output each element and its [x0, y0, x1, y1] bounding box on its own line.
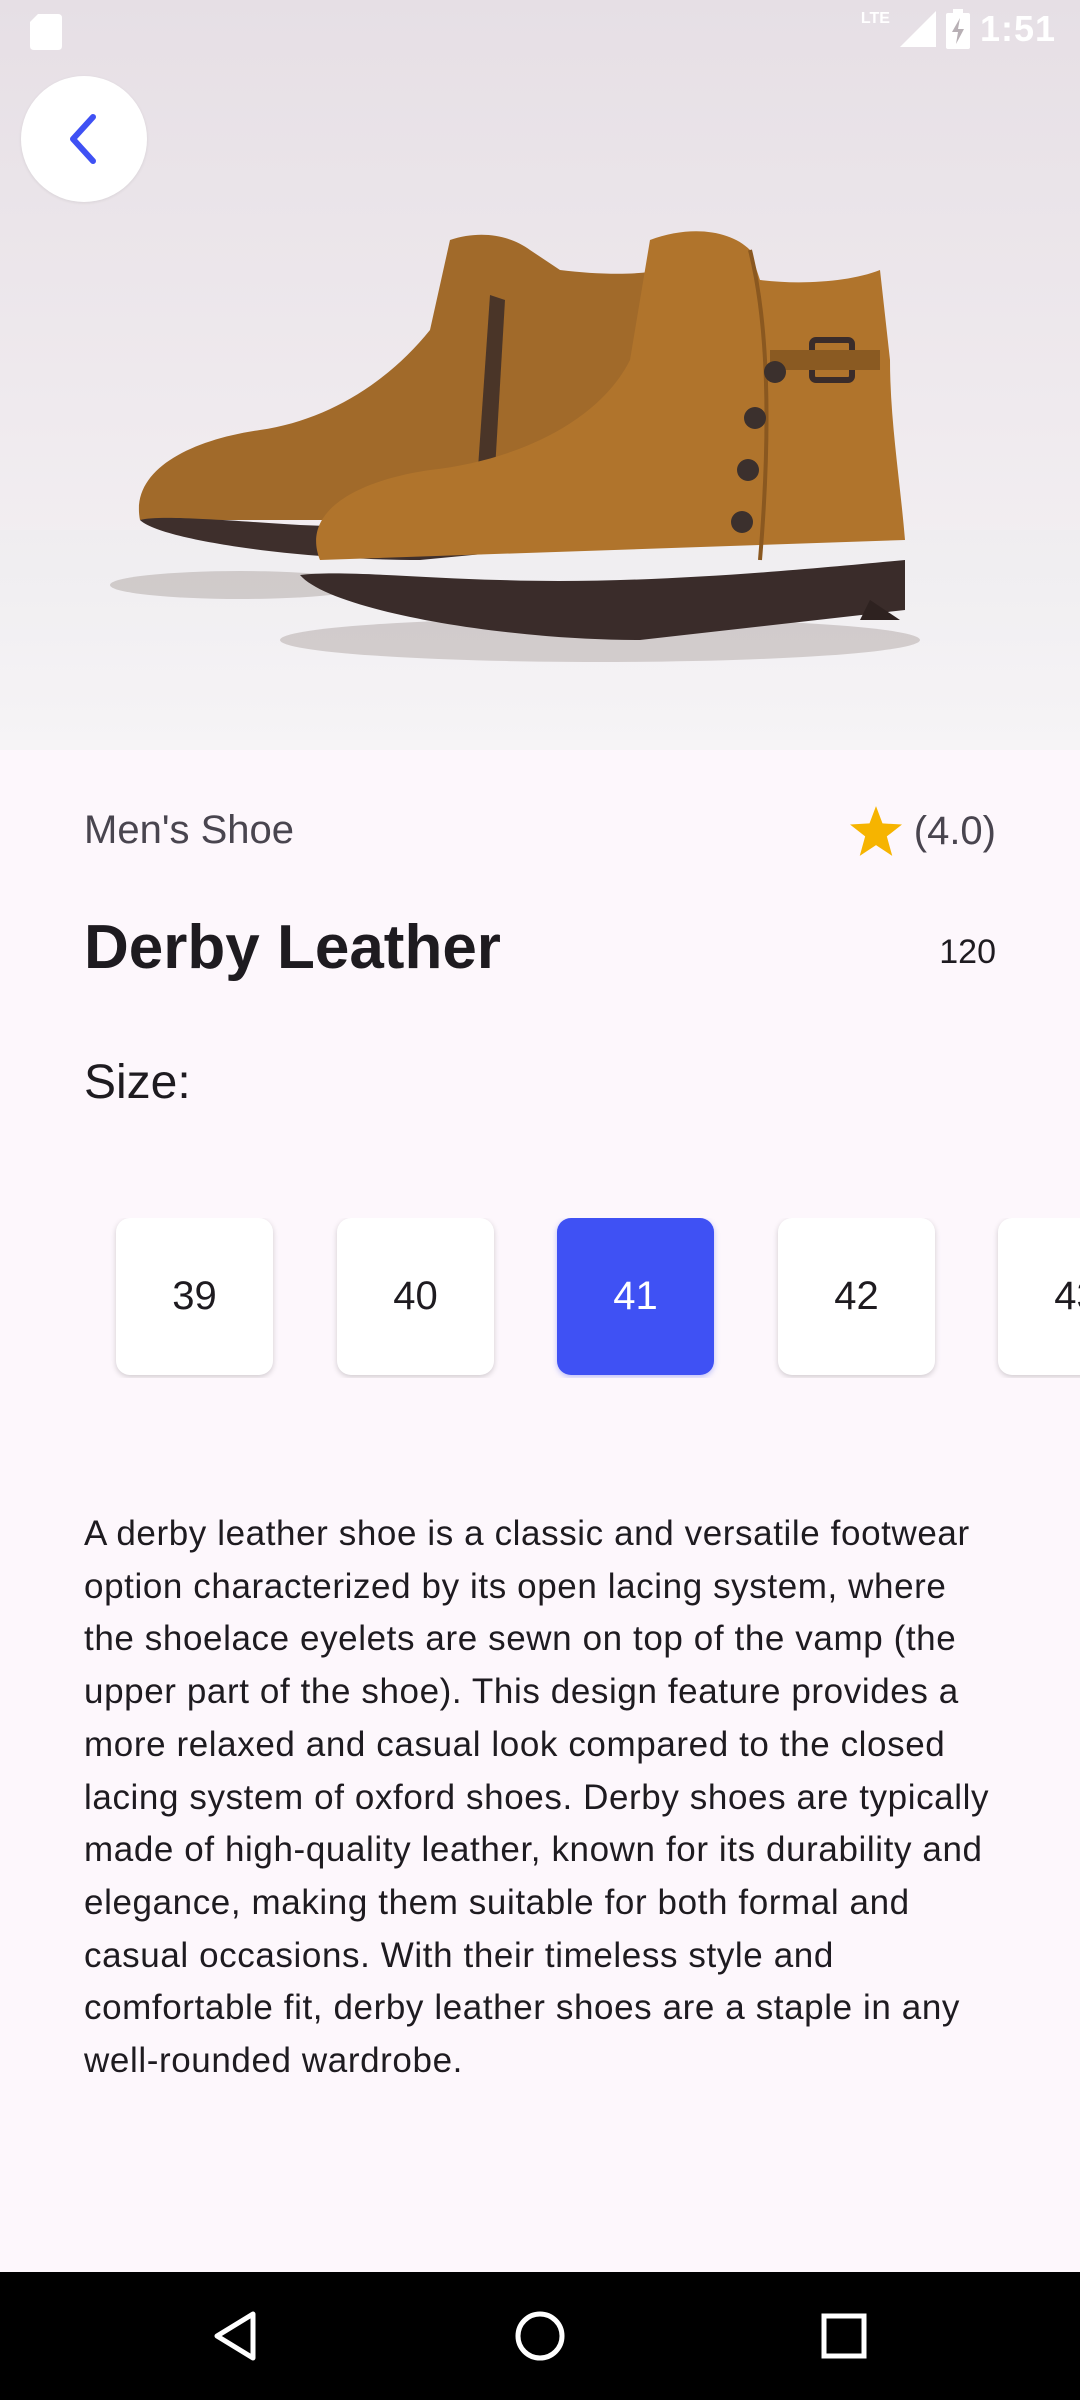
size-label: Size: — [84, 1056, 191, 1109]
nav-recents-button[interactable] — [804, 2296, 884, 2376]
size-chip-40[interactable]: 40 — [337, 1218, 494, 1375]
product-price: 120 — [939, 933, 996, 971]
product-category: Men's Shoe — [84, 808, 294, 852]
lte-icon: LTE — [860, 10, 890, 27]
rating-value: (4.0) — [913, 808, 996, 853]
chevron-left-icon — [70, 114, 96, 164]
size-chip-43[interactable]: 43 — [998, 1218, 1080, 1375]
product-title: Derby Leather — [84, 913, 501, 982]
product-rating: (4.0) — [849, 806, 996, 856]
system-nav-bar — [0, 2272, 1080, 2400]
home-circle-icon — [515, 2311, 565, 2361]
derby-leather-boots-image — [110, 231, 920, 662]
size-chip-42[interactable]: 42 — [778, 1218, 935, 1375]
signal-icon — [899, 11, 936, 47]
status-time: 1:51 — [979, 8, 1056, 49]
back-button[interactable] — [21, 76, 147, 202]
size-chip-39[interactable]: 39 — [116, 1218, 273, 1375]
nav-home-button[interactable] — [500, 2296, 580, 2376]
status-bar: LTE 1:51 — [0, 0, 1080, 64]
back-triangle-icon — [214, 2311, 256, 2361]
product-hero-image — [0, 0, 1080, 750]
battery-charging-icon — [945, 9, 970, 49]
recents-square-icon — [821, 2313, 867, 2359]
size-chip-41-selected[interactable]: 41 — [557, 1218, 714, 1375]
product-detail-screen: LTE 1:51 Men's Shoe (4.0) Derby Leather … — [0, 0, 1080, 2400]
size-selector[interactable]: 39 40 41 42 43 — [0, 1218, 1080, 1378]
product-description: A derby leather shoe is a classic and ve… — [84, 1514, 990, 2081]
status-icons: LTE 1:51 — [861, 8, 1056, 50]
star-icon — [849, 806, 902, 856]
sd-card-icon — [30, 14, 62, 50]
nav-back-button[interactable] — [195, 2296, 275, 2376]
